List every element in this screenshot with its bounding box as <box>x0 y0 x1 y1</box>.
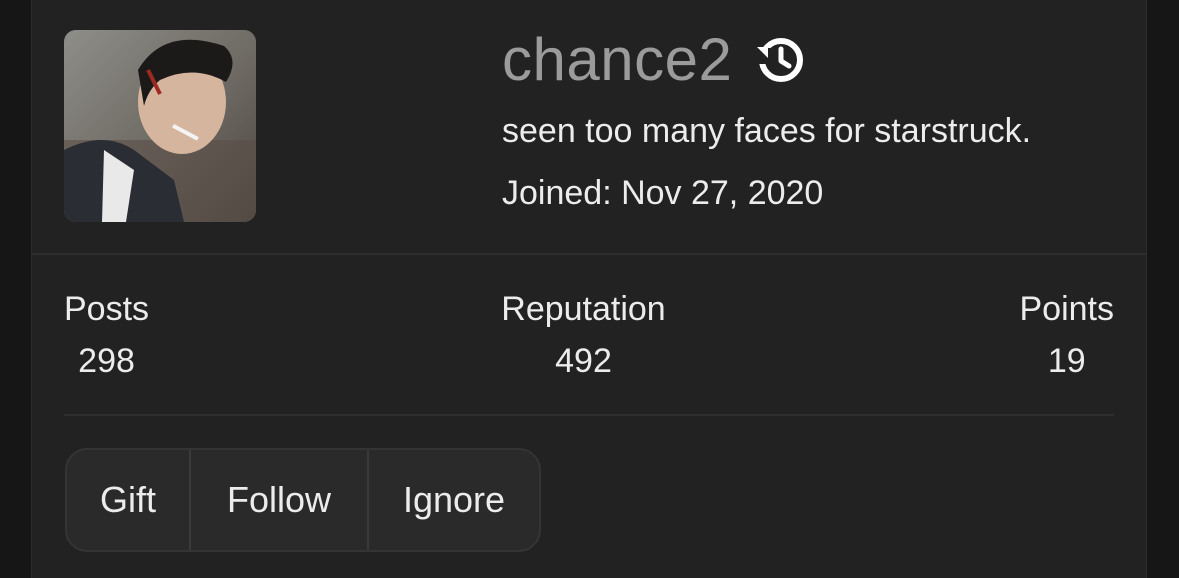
stat-label: Points <box>1019 290 1115 328</box>
avatar-photo <box>64 30 256 222</box>
gift-button[interactable]: Gift <box>67 450 189 550</box>
history-icon[interactable] <box>754 34 806 86</box>
divider <box>32 253 1146 255</box>
profile-card: chance2 seen too many faces for starstru… <box>31 0 1147 578</box>
stat-value: 19 <box>1047 342 1086 380</box>
username-row: chance2 <box>502 24 806 96</box>
user-tagline: seen too many faces for starstruck. <box>502 112 1032 150</box>
joined-date: Joined: Nov 27, 2020 <box>502 174 824 212</box>
action-button-group: Gift Follow Ignore <box>65 448 541 552</box>
stat-value: 492 <box>555 342 612 380</box>
stat-reputation[interactable]: Reputation 492 <box>501 288 665 382</box>
stat-points[interactable]: Points 19 <box>1020 288 1115 382</box>
username[interactable]: chance2 <box>502 24 732 96</box>
avatar[interactable] <box>64 30 256 222</box>
follow-button[interactable]: Follow <box>189 450 367 550</box>
stat-reputation-wrap: Reputation 492 <box>32 288 1136 382</box>
divider <box>64 414 1114 416</box>
stat-label: Reputation <box>501 290 666 328</box>
ignore-button[interactable]: Ignore <box>367 450 539 550</box>
